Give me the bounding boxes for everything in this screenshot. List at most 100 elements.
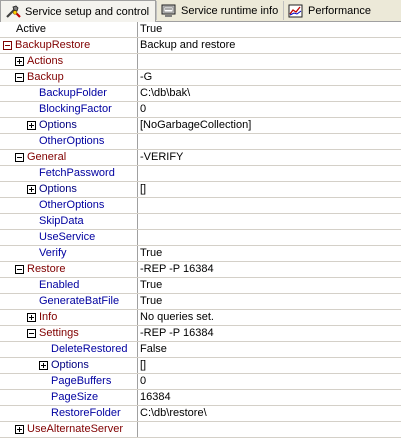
property-value[interactable] [140,134,401,149]
property-value[interactable]: True [140,294,401,309]
property-row[interactable]: General -VERIFY [0,150,401,166]
property-name: DeleteRestored [51,343,128,355]
property-value[interactable] [140,54,401,69]
property-value[interactable]: True [140,22,401,37]
property-row[interactable]: BackupRestore Backup and restore [0,38,401,54]
expand-icon[interactable] [15,57,24,66]
expand-icon[interactable] [27,185,36,194]
property-row[interactable]: FetchPassword [0,166,401,182]
property-row[interactable]: PageSize 16384 [0,390,401,406]
expand-icon[interactable] [39,361,48,370]
property-value[interactable]: -VERIFY [140,150,401,165]
property-name-cell[interactable]: OtherOptions [0,134,138,149]
property-name-cell[interactable]: Active [0,22,138,37]
property-name-cell[interactable]: GenerateBatFile [0,294,138,309]
property-value[interactable]: 16384 [140,390,401,405]
property-row[interactable]: PageBuffers 0 [0,374,401,390]
tab-service-runtime-info[interactable]: Service runtime info [156,1,284,20]
property-value[interactable]: No queries set. [140,310,401,325]
property-row[interactable]: OtherOptions [0,134,401,150]
property-row[interactable]: BackupFolder C:\db\bak\ [0,86,401,102]
property-row[interactable]: Restore -REP -P 16384 [0,262,401,278]
property-value[interactable] [140,214,401,229]
property-name-cell[interactable]: OtherOptions [0,198,138,213]
property-row[interactable]: UseAlternateServer [0,422,401,438]
property-name-cell[interactable]: PageSize [0,390,138,405]
expand-icon[interactable] [27,313,36,322]
property-row[interactable]: SkipData [0,214,401,230]
property-name-cell[interactable]: Verify [0,246,138,261]
property-row[interactable]: Info No queries set. [0,310,401,326]
property-name-cell[interactable]: BackupFolder [0,86,138,101]
property-name: PageBuffers [51,375,112,387]
property-value[interactable]: False [140,342,401,357]
property-row[interactable]: DeleteRestored False [0,342,401,358]
property-value[interactable]: 0 [140,374,401,389]
property-name-cell[interactable]: General [0,150,138,165]
collapse-icon[interactable] [27,329,36,338]
property-row[interactable]: Options [] [0,358,401,374]
property-value[interactable]: -G [140,70,401,85]
property-name-cell[interactable]: BackupRestore [0,38,138,53]
property-value[interactable] [140,198,401,213]
property-name: Restore [27,263,66,275]
property-value[interactable]: [] [140,358,401,373]
property-name: RestoreFolder [51,407,121,419]
property-name: Backup [27,71,64,83]
property-name-cell[interactable]: DeleteRestored [0,342,138,357]
property-name-cell[interactable]: UseAlternateServer [0,422,138,437]
tab-service-setup[interactable]: Service setup and control [0,0,157,22]
property-name-cell[interactable]: Settings [0,326,138,341]
property-name-cell[interactable]: Restore [0,262,138,277]
property-row[interactable]: Actions [0,54,401,70]
property-value[interactable]: -REP -P 16384 [140,262,401,277]
collapse-icon[interactable] [3,41,12,50]
property-value[interactable]: True [140,278,401,293]
property-name-cell[interactable]: Options [0,182,138,197]
property-name-cell[interactable]: Options [0,118,138,133]
property-row[interactable]: Enabled True [0,278,401,294]
property-name-cell[interactable]: RestoreFolder [0,406,138,421]
property-row[interactable]: Options [NoGarbageCollection] [0,118,401,134]
property-value[interactable] [140,166,401,181]
property-value[interactable]: Backup and restore [140,38,401,53]
property-row[interactable]: GenerateBatFile True [0,294,401,310]
property-value[interactable]: C:\db\restore\ [140,406,401,421]
property-row[interactable]: BlockingFactor 0 [0,102,401,118]
collapse-icon[interactable] [15,153,24,162]
property-name-cell[interactable]: SkipData [0,214,138,229]
collapse-icon[interactable] [15,265,24,274]
property-value[interactable]: [NoGarbageCollection] [140,118,401,133]
property-name-cell[interactable]: FetchPassword [0,166,138,181]
property-row[interactable]: RestoreFolder C:\db\restore\ [0,406,401,422]
property-row[interactable]: Backup -G [0,70,401,86]
tab-performance[interactable]: Performance [283,1,377,20]
property-row[interactable]: Verify True [0,246,401,262]
property-name-cell[interactable]: Backup [0,70,138,85]
property-value[interactable] [140,422,401,437]
property-value[interactable]: 0 [140,102,401,117]
property-name-cell[interactable]: Enabled [0,278,138,293]
property-name: UseService [39,231,96,243]
property-value[interactable]: True [140,246,401,261]
property-name: BlockingFactor [39,103,112,115]
property-name-cell[interactable]: Info [0,310,138,325]
property-name-cell[interactable]: UseService [0,230,138,245]
property-name: UseAlternateServer [27,423,123,435]
property-name-cell[interactable]: Actions [0,54,138,69]
property-row[interactable]: Active True [0,22,401,38]
property-name-cell[interactable]: Options [0,358,138,373]
collapse-icon[interactable] [15,73,24,82]
property-value[interactable] [140,230,401,245]
property-row[interactable]: Settings -REP -P 16384 [0,326,401,342]
property-name-cell[interactable]: BlockingFactor [0,102,138,117]
property-row[interactable]: UseService [0,230,401,246]
expand-icon[interactable] [15,425,24,434]
property-row[interactable]: Options [] [0,182,401,198]
property-value[interactable]: -REP -P 16384 [140,326,401,341]
property-row[interactable]: OtherOptions [0,198,401,214]
property-name-cell[interactable]: PageBuffers [0,374,138,389]
property-value[interactable]: C:\db\bak\ [140,86,401,101]
property-value[interactable]: [] [140,182,401,197]
expand-icon[interactable] [27,121,36,130]
